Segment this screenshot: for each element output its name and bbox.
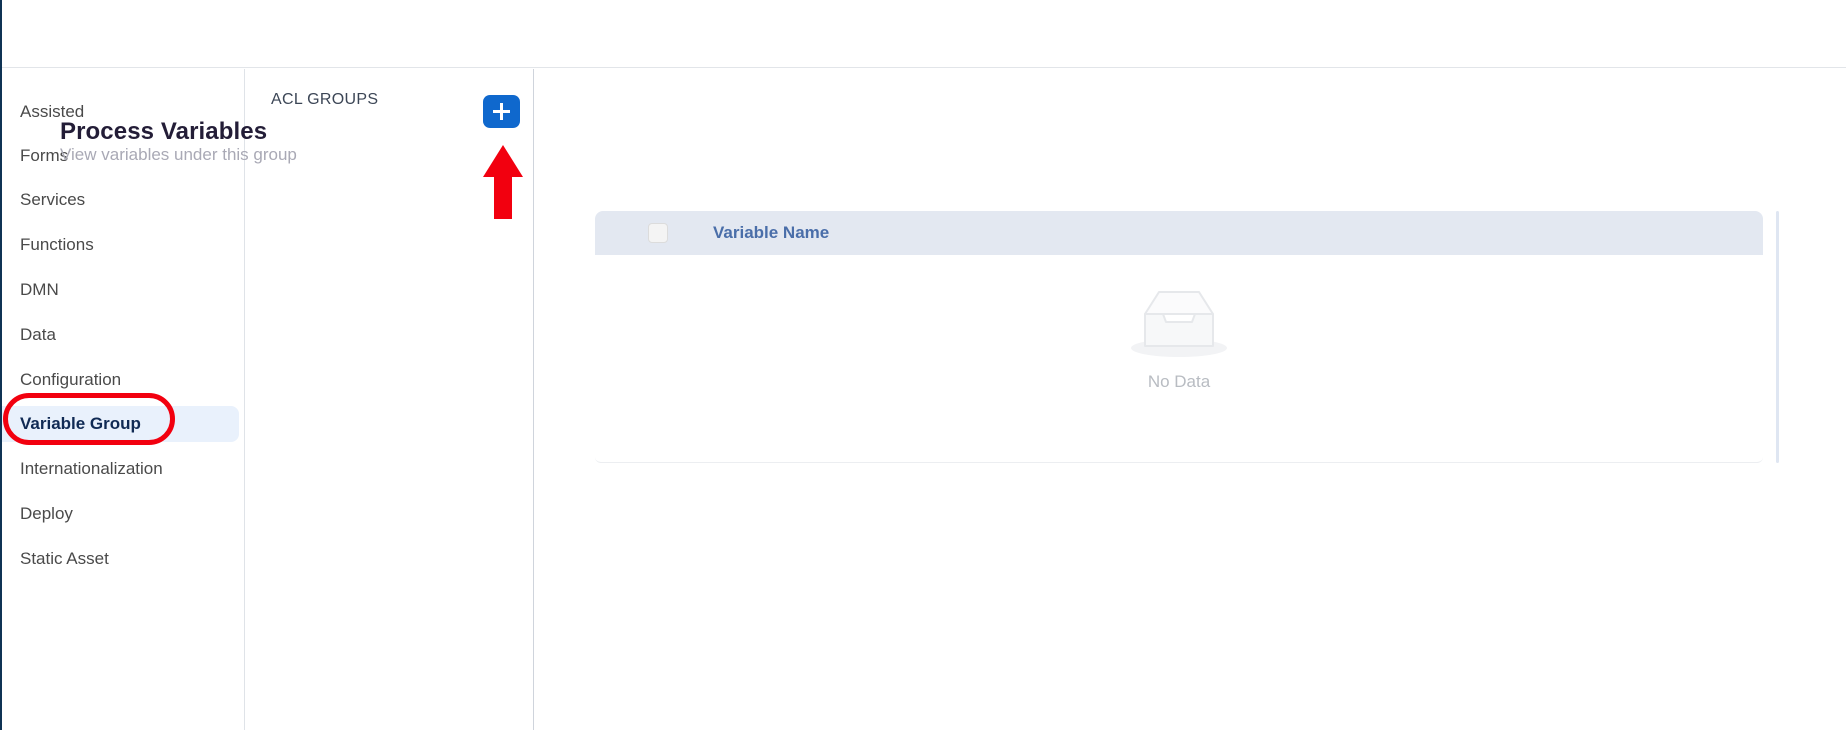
add-acl-group-button[interactable] xyxy=(483,95,520,128)
acl-groups-title: ACL GROUPS xyxy=(271,91,379,108)
sidebar-item-deploy[interactable]: Deploy xyxy=(2,496,239,532)
page-subtitle: View variables under this group xyxy=(60,145,297,164)
plus-icon xyxy=(493,103,510,120)
page-title: Process Variables xyxy=(60,118,268,146)
sidebar-item-configuration[interactable]: Configuration xyxy=(2,362,239,398)
empty-state: No Data xyxy=(595,280,1763,392)
sidebar-item-dmn[interactable]: DMN xyxy=(2,272,239,308)
sidebar-item-data[interactable]: Data xyxy=(2,317,239,353)
top-header-bar xyxy=(0,0,1846,68)
process-variables-table: Variable Name No Data xyxy=(595,211,1780,466)
sidebar-nav: Assisted Forms Services Functions DMN Da… xyxy=(2,69,245,730)
select-all-checkbox[interactable] xyxy=(648,223,668,243)
table-vertical-scrollbar[interactable] xyxy=(1776,211,1779,463)
empty-box-icon xyxy=(1131,291,1227,357)
table-body: No Data xyxy=(595,255,1763,463)
table-header-row: Variable Name xyxy=(595,211,1763,255)
acl-groups-panel: ACL GROUPS xyxy=(246,69,534,730)
empty-state-text: No Data xyxy=(1147,372,1211,391)
sidebar-item-functions[interactable]: Functions xyxy=(2,227,239,263)
sidebar-item-internationalization[interactable]: Internationalization xyxy=(2,451,239,487)
sidebar-item-static-asset[interactable]: Static Asset xyxy=(2,541,239,577)
sidebar-item-services[interactable]: Services xyxy=(2,182,239,218)
sidebar-item-variable-group[interactable]: Variable Group xyxy=(2,406,239,442)
column-header-variable-name[interactable]: Variable Name xyxy=(713,223,829,243)
